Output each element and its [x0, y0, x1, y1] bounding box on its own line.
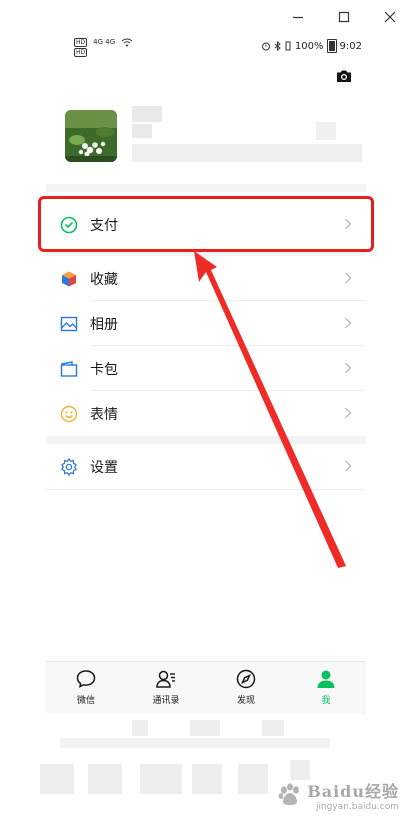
- tab-label: 微信: [76, 696, 95, 706]
- menu-item-label: 卡包: [90, 361, 118, 378]
- minimize-button[interactable]: [275, 0, 321, 34]
- redacted-area: [40, 764, 74, 794]
- baidu-paw-logo-icon: [278, 783, 300, 805]
- menu-item-favorites[interactable]: 收藏: [46, 256, 366, 301]
- hd-badges: HD HD: [74, 38, 88, 57]
- chevron-right-icon: [345, 460, 352, 472]
- chat-bubble-icon: [76, 670, 96, 688]
- nickname-redacted: [132, 124, 152, 138]
- watermark-url: jingyan.baidu.com: [315, 802, 399, 812]
- minimize-icon: [293, 16, 303, 19]
- chevron-right-icon: [345, 362, 352, 374]
- annotation-highlight-box: [38, 196, 374, 252]
- menu-item-label: 收藏: [90, 271, 118, 288]
- favorites-cube-icon: [60, 270, 78, 288]
- chevron-right-icon: [345, 272, 352, 284]
- menu-item-label: 相册: [90, 316, 118, 333]
- menu-item-label: 表情: [90, 406, 118, 423]
- section-divider: [46, 489, 366, 490]
- tab-label: 发现: [236, 696, 255, 706]
- hd-badge: HD: [74, 38, 88, 47]
- account-id-redacted: [316, 122, 336, 140]
- redacted-area: [88, 764, 122, 794]
- redacted-area: [262, 720, 284, 736]
- wifi-icon: [121, 38, 133, 47]
- redacted-area: [290, 760, 310, 780]
- sticker-smile-icon: [60, 405, 78, 423]
- redacted-area: [140, 764, 182, 794]
- section-divider: [46, 436, 366, 444]
- redacted-area: [192, 764, 222, 794]
- baidu-watermark: Baidu经验 jingyan.baidu.com: [277, 778, 399, 812]
- chevron-right-icon: [345, 407, 352, 419]
- status-right: 100% 9:02: [261, 39, 362, 53]
- camera-icon[interactable]: [336, 69, 352, 83]
- album-icon: [60, 315, 78, 333]
- menu-item-stickers[interactable]: 表情: [46, 391, 366, 436]
- close-button[interactable]: [367, 0, 413, 34]
- contacts-icon: [156, 670, 175, 688]
- alarm-icon: [261, 42, 270, 51]
- watermark-title: Baidu经验: [307, 782, 399, 801]
- bluetooth-icon: [274, 41, 281, 51]
- menu-item-label: 设置: [90, 459, 118, 476]
- redacted-area: [190, 720, 220, 736]
- status-left: HD HD 4G 4G: [74, 38, 133, 57]
- section-divider: [46, 184, 366, 192]
- redacted-area: [132, 720, 148, 736]
- bottom-tab-bar: 微信 通讯录 发现 我: [46, 661, 366, 714]
- avatar-flowers-image: [65, 110, 117, 162]
- maximize-button[interactable]: [321, 0, 367, 34]
- menu-item-cards[interactable]: 卡包: [46, 346, 366, 391]
- tab-label: 通讯录: [152, 696, 180, 706]
- battery-percent: 100%: [294, 40, 324, 52]
- nickname-redacted: [132, 106, 162, 122]
- compass-icon: [236, 669, 256, 689]
- clock: 9:02: [339, 40, 362, 52]
- menu-item-settings[interactable]: 设置: [46, 444, 366, 489]
- window-controls: [275, 0, 413, 34]
- redacted-area: [60, 738, 330, 748]
- maximize-icon: [338, 11, 350, 23]
- hd-badge: HD: [74, 48, 88, 57]
- menu-item-album[interactable]: 相册: [46, 301, 366, 346]
- network-indicator: 4G 4G: [93, 38, 116, 46]
- settings-gear-icon: [60, 457, 78, 476]
- tab-discover[interactable]: 发现: [206, 662, 286, 714]
- tab-me[interactable]: 我: [286, 662, 366, 714]
- me-person-icon: [317, 670, 335, 688]
- close-icon: [384, 11, 396, 23]
- status-bar: HD HD 4G 4G 100% 9:02: [46, 34, 366, 58]
- vibrate-icon: [285, 41, 291, 51]
- card-wallet-icon: [60, 360, 78, 378]
- tab-chats[interactable]: 微信: [46, 662, 126, 714]
- battery-icon: [326, 39, 337, 53]
- phone-screen: HD HD 4G 4G 100% 9:02 支付 收藏 相册 卡包 表情 设置 …: [46, 34, 366, 746]
- tab-contacts[interactable]: 通讯录: [126, 662, 206, 714]
- account-id-redacted: [132, 144, 362, 162]
- tab-label: 我: [321, 696, 331, 706]
- redacted-area: [238, 764, 268, 794]
- chevron-right-icon: [345, 317, 352, 329]
- avatar[interactable]: [65, 110, 117, 162]
